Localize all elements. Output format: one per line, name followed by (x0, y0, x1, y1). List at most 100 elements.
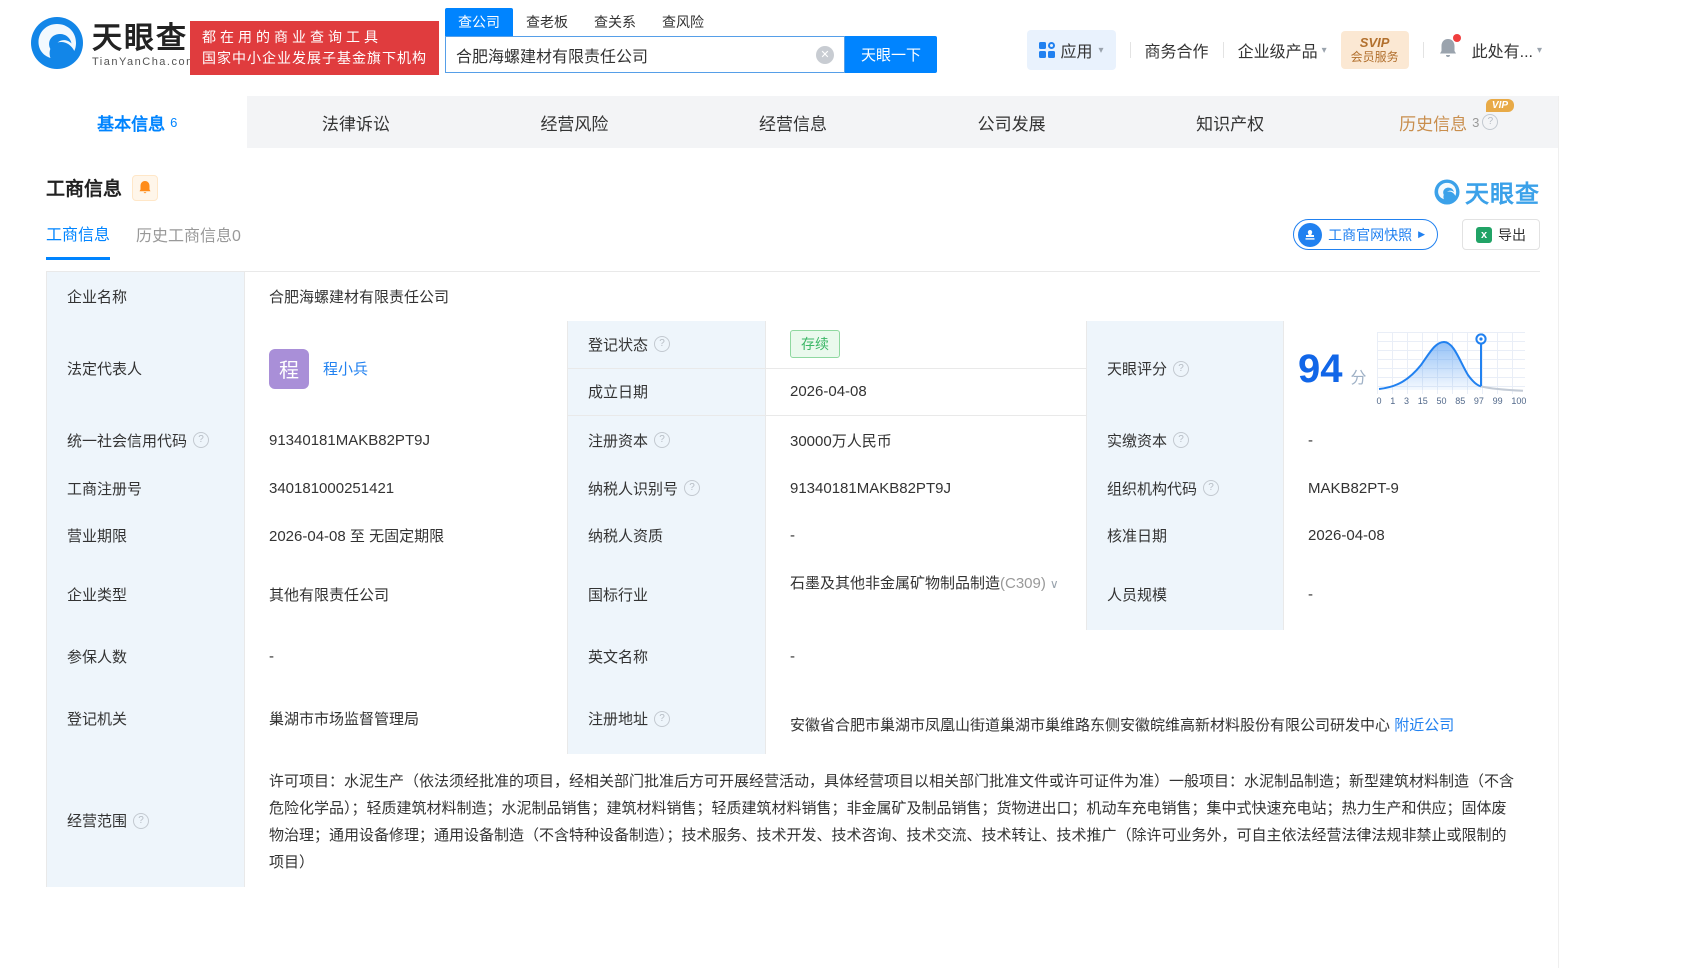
official-snapshot-button[interactable]: 工商官网快照 ▶ (1293, 219, 1438, 250)
nav-item-cooperation[interactable]: 商务合作 (1145, 38, 1209, 62)
org-code-label-cell: 组织机构代码 ? (1087, 464, 1284, 512)
org-code-label: 组织机构代码 (1107, 480, 1198, 498)
score-distribution-chart: 0 1 3 15 50 85 97 99 100 (1376, 331, 1527, 406)
search-tab-boss[interactable]: 查老板 (513, 8, 581, 36)
tab-company-development[interactable]: 公司发展 (902, 96, 1121, 148)
tab-operational-risk[interactable]: 经营风险 (465, 96, 684, 148)
reg-status-label: 登记状态 (588, 336, 649, 354)
notification-dot (1452, 33, 1461, 42)
help-icon[interactable]: ? (684, 480, 701, 496)
subtab-business-info[interactable]: 工商信息 (46, 221, 111, 260)
user-account-menu[interactable]: 此处有... ▾ (1472, 38, 1542, 62)
tab-history-info[interactable]: VIP 历史信息 3 ? (1339, 96, 1558, 148)
establish-date-label: 成立日期 (568, 368, 766, 415)
export-label: 导出 (1498, 226, 1526, 243)
taxpayer-quality-label: 纳税人资质 (568, 512, 766, 559)
promo-banner: 都在用的商业查询工具 国家中小企业发展子基金旗下机构 (190, 21, 439, 75)
help-icon[interactable]: ? (1203, 480, 1220, 496)
help-icon[interactable]: ? (1482, 114, 1499, 130)
axis-tick: 50 (1436, 395, 1447, 406)
paid-capital-value: - (1284, 416, 1541, 464)
score-axis-labels: 0 1 3 15 50 85 97 99 100 (1377, 396, 1527, 406)
axis-tick: 0 (1376, 395, 1382, 406)
tab-basic-info[interactable]: 基本信息 6 (28, 96, 247, 148)
axis-tick: 15 (1417, 395, 1428, 406)
tianyancha-logo[interactable]: 天眼查 TianYanCha.com (30, 16, 197, 75)
status-date-column: 登记状态 ? 存续 成立日期 2026-04-08 (568, 321, 1087, 415)
brand-domain: TianYanCha.com (92, 55, 197, 68)
axis-tick: 100 (1511, 395, 1527, 406)
legal-rep-avatar[interactable]: 程 (269, 348, 309, 389)
help-icon[interactable]: ? (654, 336, 671, 353)
help-icon[interactable]: ? (654, 432, 671, 448)
score-value: 94 (1298, 346, 1343, 391)
apps-grid-icon (1038, 42, 1055, 58)
divider (1222, 42, 1224, 58)
svip-member-button[interactable]: SVIP 会员服务 (1340, 31, 1409, 69)
table-row: 登记机关 巢湖市市场监督管理局 注册地址 ? 安徽省合肥市巢湖市凤凰山街道巢湖市… (47, 683, 1541, 754)
address-label-cell: 注册地址 ? (568, 683, 766, 754)
clear-search-icon[interactable]: ✕ (816, 45, 834, 64)
chevron-down-icon: ▾ (1098, 44, 1104, 56)
excel-icon: x (1476, 226, 1492, 243)
divider (1422, 42, 1424, 58)
axis-tick: 1 (1390, 395, 1396, 406)
search-tab-relation[interactable]: 查关系 (581, 8, 649, 36)
insured-value: - (245, 630, 568, 683)
reg-status-cell: 存续 (766, 321, 1087, 368)
taxpayer-id-value: 91340181MAKB82PT9J (766, 464, 1087, 512)
status-badge: 存续 (790, 330, 840, 359)
company-name-label: 企业名称 (47, 272, 245, 321)
search-input[interactable] (456, 45, 816, 64)
industry-value: 石墨及其他非金属矿物制品制造 (790, 575, 1001, 592)
business-scope-value: 许可项目：水泥生产（依法须经批准的项目，经相关部门批准后方可开展经营活动，具体经… (245, 754, 1541, 887)
help-icon[interactable]: ? (654, 710, 671, 727)
search-tab-risk[interactable]: 查风险 (649, 8, 717, 36)
help-icon[interactable]: ? (133, 812, 150, 829)
enterprise-label: 企业级产品 (1237, 44, 1318, 61)
svip-label: SVIP (1359, 35, 1390, 50)
legal-rep-link[interactable]: 程小兵 (323, 358, 368, 379)
search-tab-company[interactable]: 查公司 (445, 8, 513, 36)
reg-status-label-cell: 登记状态 ? (568, 321, 766, 368)
paid-capital-label-cell: 实缴资本 ? (1087, 416, 1284, 464)
section-title-row: 工商信息 天眼查 (46, 174, 1702, 208)
notification-bell-icon[interactable] (1438, 33, 1461, 64)
svip-sub-label: 会员服务 (1350, 50, 1399, 64)
watermark-logo: 天眼查 (1434, 174, 1540, 209)
search-button[interactable]: 天眼一下 (845, 36, 937, 73)
help-icon[interactable]: ? (1173, 360, 1190, 377)
tab-count: 6 (170, 114, 178, 130)
nav-item-enterprise[interactable]: 企业级产品 ▾ (1238, 38, 1327, 62)
tab-intellectual-property[interactable]: 知识产权 (1121, 96, 1340, 148)
tab-label: 法律诉讼 (321, 114, 390, 134)
help-icon[interactable]: ? (1173, 432, 1190, 448)
table-subrow: 登记状态 ? 存续 (568, 321, 1087, 368)
subtab-history-business-info[interactable]: 历史工商信息0 (136, 222, 241, 258)
search-box: ✕ (445, 36, 845, 73)
industry-expand-icon[interactable]: ∨ (1050, 577, 1059, 591)
export-button[interactable]: x 导出 (1462, 219, 1540, 250)
promo-line2: 国家中小企业发展子基金旗下机构 (202, 50, 427, 66)
snapshot-label: 工商官网快照 (1328, 226, 1413, 243)
apps-menu-button[interactable]: 应用 ▾ (1026, 30, 1116, 70)
taxpayer-id-label-cell: 纳税人识别号 ? (568, 464, 766, 512)
tab-legal-proceedings[interactable]: 法律诉讼 (247, 96, 466, 148)
credit-code-label-cell: 统一社会信用代码 ? (47, 416, 245, 464)
business-scope-label: 经营范围 (67, 813, 128, 830)
tianyancha-logo-icon (30, 16, 84, 75)
table-row: 工商注册号 340181000251421 纳税人识别号 ? 91340181M… (47, 464, 1541, 512)
taxpayer-id-label: 纳税人识别号 (588, 480, 679, 498)
watermark-logo-icon (1434, 178, 1460, 205)
apps-label: 应用 (1060, 44, 1093, 61)
search-tabs: 查公司 查老板 查关系 查风险 (445, 8, 937, 36)
tab-label: 历史信息 (1399, 114, 1468, 134)
nearby-companies-link[interactable]: 附近公司 (1394, 717, 1454, 734)
tab-label: 公司发展 (977, 114, 1046, 134)
tab-label: 经营信息 (759, 114, 828, 134)
page-header: 天眼查 TianYanCha.com 都在用的商业查询工具 国家中小企业发展子基… (0, 0, 1702, 88)
subscribe-bell-icon[interactable] (132, 174, 159, 201)
tab-business-info[interactable]: 经营信息 (684, 96, 903, 148)
help-icon[interactable]: ? (193, 432, 210, 448)
vip-badge: VIP (1485, 99, 1515, 112)
